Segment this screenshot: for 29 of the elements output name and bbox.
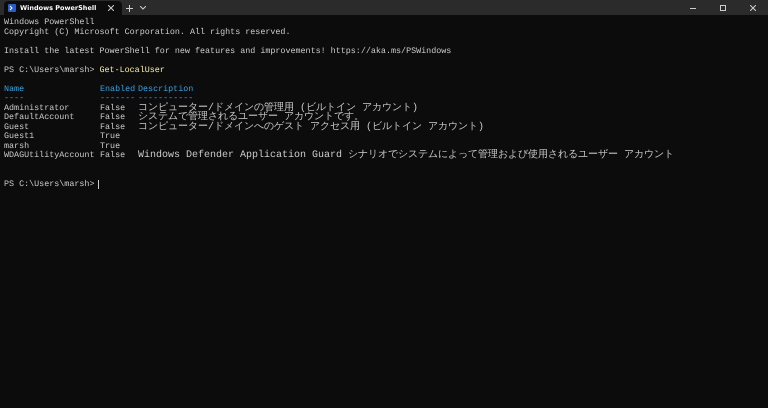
command-text: Get-LocalUser bbox=[100, 66, 165, 75]
enabled-value: False bbox=[100, 112, 126, 122]
description-text: コンピューター/ドメインへのゲスト アクセス用 (ビルトイン アカウント) bbox=[138, 122, 484, 132]
user-name: Administrator bbox=[4, 102, 70, 112]
prompt: PS C:\Users\marsh> bbox=[4, 180, 94, 189]
console-text: Install the latest PowerShell for new features and improvements! https://aka.ms/PSWindows bbox=[4, 46, 452, 56]
console-text: Windows PowerShell bbox=[4, 18, 94, 28]
column-header: Enabled bbox=[100, 84, 136, 94]
column-header: Name bbox=[4, 84, 24, 94]
user-name: DefaultAccount bbox=[4, 112, 74, 122]
user-name: Guest bbox=[4, 122, 30, 132]
header-rule: ----------- bbox=[138, 93, 194, 103]
enabled-value: False bbox=[100, 150, 126, 160]
text-cursor bbox=[98, 180, 100, 188]
enabled-value: True bbox=[100, 140, 120, 150]
enabled-value: True bbox=[100, 131, 120, 141]
user-name: WDAGUtilityAccount bbox=[4, 150, 94, 160]
description-text: Windows Defender Application Guard シナリオでシステムによって管理および使用されるユーザー アカウント bbox=[138, 151, 674, 160]
column-header: Description bbox=[138, 84, 194, 94]
user-name: marsh bbox=[4, 140, 30, 150]
header-rule: ------- bbox=[100, 93, 136, 103]
enabled-value: False bbox=[100, 122, 126, 132]
console-text: Copyright (C) Microsoft Corporation. All rights reserved. bbox=[4, 28, 290, 37]
terminal-icon bbox=[8, 4, 16, 12]
header-rule: ---- bbox=[4, 93, 24, 103]
prompt: PS C:\Users\marsh> bbox=[4, 66, 94, 75]
user-name: Guest1 bbox=[4, 131, 34, 141]
description-text: システムで管理されるユーザー アカウントです。 bbox=[138, 113, 364, 122]
enabled-value: False bbox=[100, 102, 126, 112]
